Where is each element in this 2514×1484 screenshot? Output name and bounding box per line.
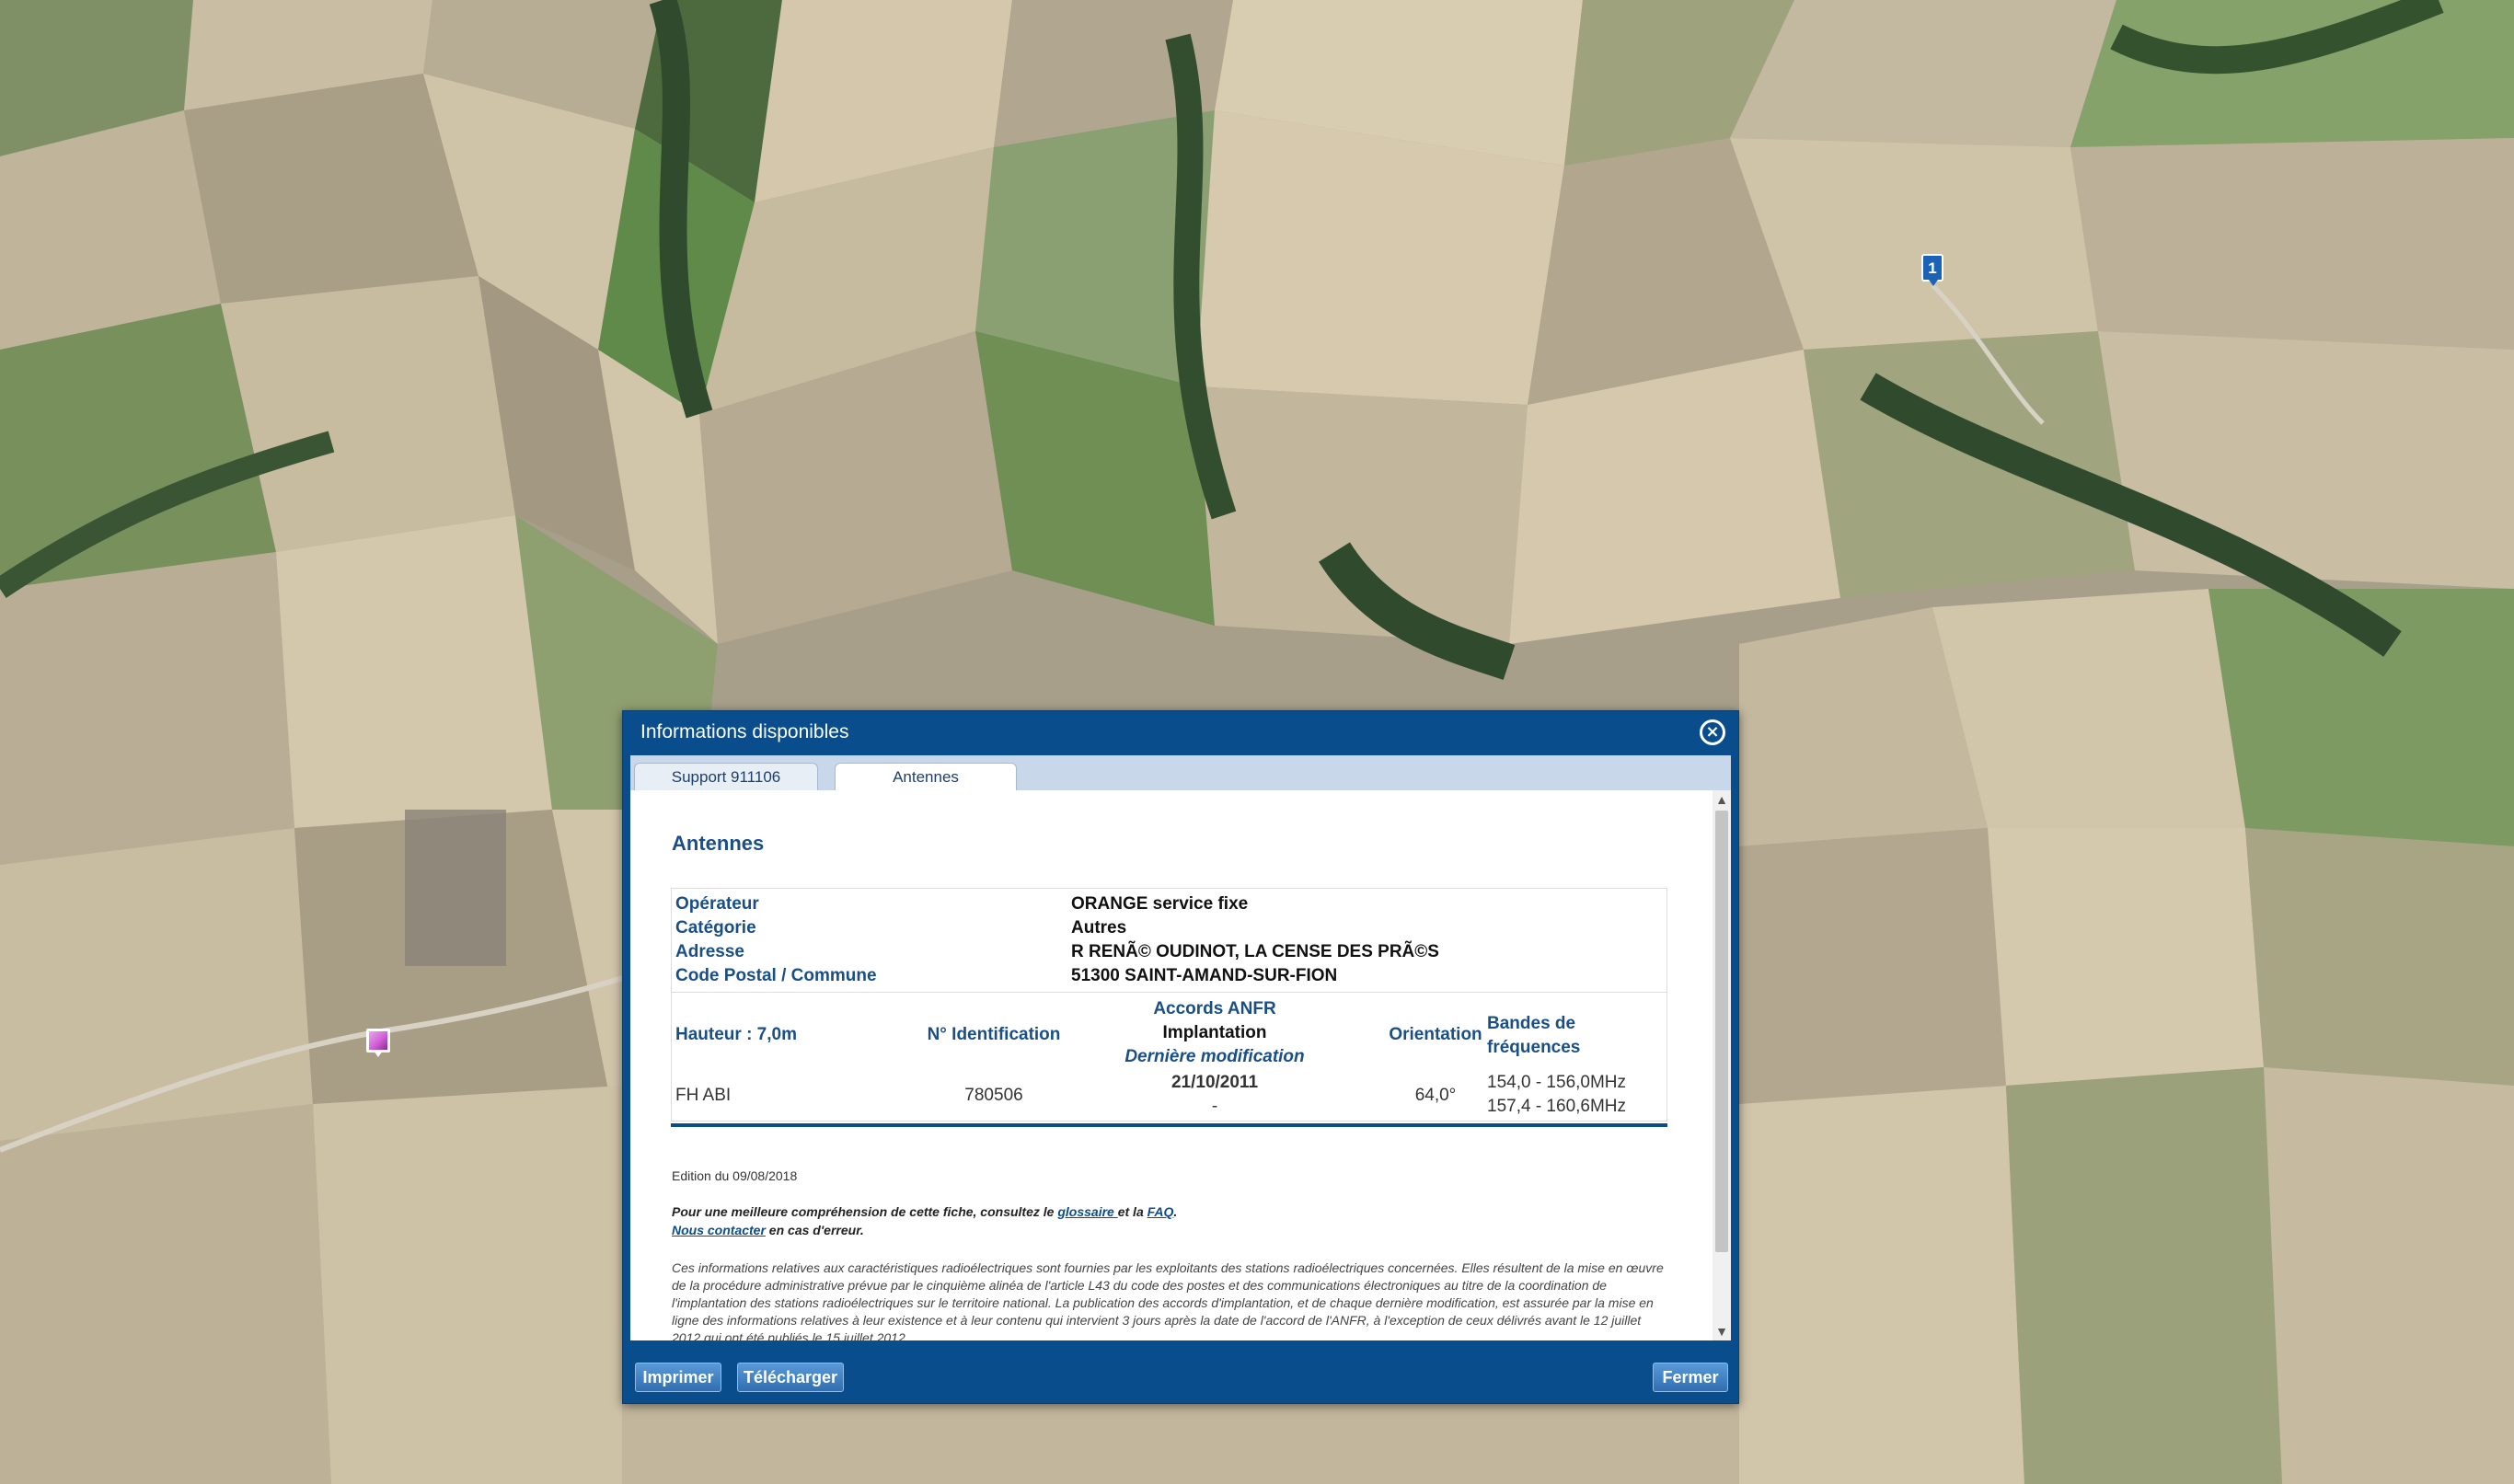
legal-notice: Ces informations relatives aux caractéri… (672, 1260, 1664, 1340)
operator-label: Opérateur (675, 894, 759, 914)
help-prefix: Pour une meilleure compréhension de cett… (672, 1204, 1058, 1219)
print-button[interactable]: Imprimer (635, 1363, 721, 1392)
band-2-cell: 157,4 - 160,6MHz (1487, 1097, 1627, 1116)
operator-value: ORANGE service fixe (1071, 894, 1249, 914)
antenna-info-box: Opérateur ORANGE service fixe Catégorie … (671, 888, 1667, 1122)
faq-link[interactable]: FAQ (1147, 1204, 1174, 1219)
last-mod-header: Dernière modification (1124, 1047, 1305, 1066)
map-pin-icon[interactable]: 1 (1921, 254, 1943, 286)
edition-date: Edition du 09/08/2018 (672, 1168, 798, 1183)
antenna-site-marker-icon[interactable] (366, 1029, 390, 1057)
help-text: Pour une meilleure compréhension de cett… (672, 1202, 1666, 1239)
scroll-up-icon[interactable]: ▲ (1713, 790, 1731, 809)
info-divider (672, 992, 1666, 993)
height-header: Hauteur : 7,0m (675, 1025, 797, 1044)
info-dialog: Informations disponibles × Support 91110… (622, 710, 1739, 1404)
accords-header: Accords ANFR (1153, 999, 1276, 1018)
category-label: Catégorie (675, 918, 756, 938)
contact-suffix: en cas d'erreur. (765, 1223, 864, 1237)
download-button[interactable]: Télécharger (737, 1363, 844, 1392)
band-1-cell: 154,0 - 156,0MHz (1487, 1073, 1627, 1092)
close-icon[interactable]: × (1700, 719, 1725, 745)
dialog-title: Informations disponibles (640, 721, 849, 742)
section-title: Antennes (672, 832, 765, 855)
help-dot: . (1173, 1204, 1178, 1219)
address-label: Adresse (675, 942, 744, 961)
close-button[interactable]: Fermer (1653, 1363, 1728, 1392)
contact-link[interactable]: Nous contacter (672, 1223, 766, 1237)
antenna-type-cell: FH ABI (675, 1086, 732, 1105)
postal-label: Code Postal / Commune (675, 966, 877, 985)
table-bottom-rule (671, 1123, 1667, 1127)
category-value: Autres (1071, 918, 1127, 938)
scroll-down-icon[interactable]: ▼ (1713, 1322, 1731, 1340)
address-value: R RENÃ© OUDINOT, LA CENSE DES PRÃ©S (1071, 942, 1439, 961)
glossary-link[interactable]: glossaire (1057, 1204, 1117, 1219)
help-and: et la (1117, 1204, 1147, 1219)
tab-bar: Support 911106 Antennes (630, 755, 1731, 791)
tab-support[interactable]: Support 911106 (634, 763, 818, 790)
bands-header: Bandes de fréquences (1487, 1014, 1581, 1057)
content-scrollbar[interactable]: ▲ ▼ (1713, 790, 1731, 1340)
scroll-thumb[interactable] (1715, 811, 1728, 1252)
dialog-content: Antennes Opérateur ORANGE service fixe C… (630, 790, 1713, 1340)
postal-value: 51300 SAINT-AMAND-SUR-FION (1071, 966, 1338, 985)
tab-antennes[interactable]: Antennes (835, 763, 1017, 791)
